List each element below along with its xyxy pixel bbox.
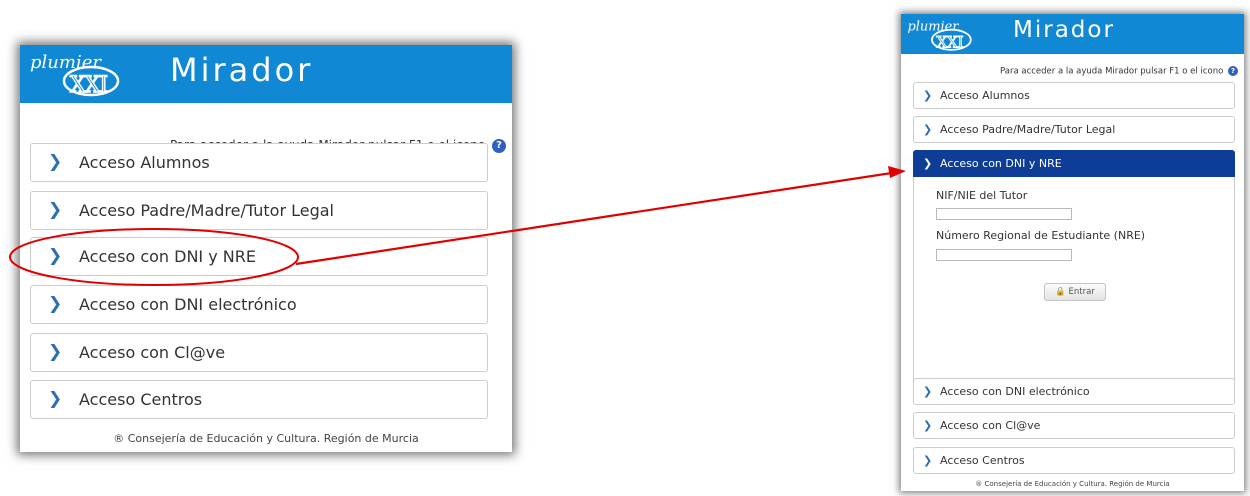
menu-item-acceso-alumnos[interactable]: ❯ Acceso Alumnos [30,143,488,182]
menu-item-label: Acceso con Cl@ve [940,419,1041,432]
chevron-right-icon: ❯ [48,389,63,409]
menu-item-label: Acceso con DNI electrónico [940,385,1090,398]
entrar-button[interactable]: 🔒 Entrar [1044,283,1106,301]
chevron-right-icon: ❯ [48,152,63,172]
chevron-right-icon: ❯ [923,385,933,398]
chevron-right-icon: ❯ [48,294,63,314]
nre-label: Número Regional de Estudiante (NRE) [936,229,1146,242]
menu-item-acceso-dni-nre[interactable]: ❯ Acceso con DNI y NRE [30,237,488,276]
plumier-xxi-logo: plumier XXI [907,19,972,52]
menu-item-acceso-dni-electronico[interactable]: ❯ Acceso con DNI electrónico [913,378,1235,405]
menu-item-label: Acceso Padre/Madre/Tutor Legal [940,123,1116,136]
menu-item-label: Acceso Alumnos [79,153,210,172]
chevron-right-icon: ❯ [923,157,933,170]
footer-copyright: ® Consejería de Educación y Cultura. Reg… [113,432,419,445]
help-icon[interactable]: ? [1228,66,1238,76]
app-title: Mirador [1013,17,1115,43]
menu-item-acceso-clave[interactable]: ❯ Acceso con Cl@ve [30,333,488,372]
menu-item-label: Acceso Padre/Madre/Tutor Legal [79,201,334,220]
header-bar: plumier XXI Mirador [20,45,512,103]
chevron-right-icon: ❯ [923,89,933,102]
menu-item-acceso-centros[interactable]: ❯ Acceso Centros [30,380,488,419]
nre-input[interactable] [936,249,1072,261]
help-hint: Para acceder a la ayuda Mirador pulsar F… [1000,66,1238,77]
menu-item-acceso-clave[interactable]: ❯ Acceso con Cl@ve [913,412,1235,439]
menu-item-acceso-dni-electronico[interactable]: ❯ Acceso con DNI electrónico [30,285,488,324]
menu-item-label: Acceso Alumnos [940,89,1030,102]
mirador-login-panel-collapsed: plumier XXI Mirador Para acceder a la ay… [20,45,512,452]
menu-item-acceso-centros[interactable]: ❯ Acceso Centros [913,447,1235,474]
svg-text:XXI: XXI [70,73,107,98]
menu-item-label: Acceso con DNI electrónico [79,295,297,314]
help-icon[interactable]: ? [492,138,506,153]
header-bar: plumier XXI Mirador [901,14,1244,54]
chevron-right-icon: ❯ [48,200,63,220]
menu-item-acceso-padre-madre-tutor[interactable]: ❯ Acceso Padre/Madre/Tutor Legal [913,116,1235,143]
menu-item-label: Acceso Centros [940,454,1025,467]
tutor-nif-input[interactable] [936,208,1072,220]
mirador-login-panel-expanded: plumier XXI Mirador Para acceder a la ay… [901,14,1244,491]
chevron-right-icon: ❯ [48,246,63,266]
help-text: Para acceder a la ayuda Mirador pulsar F… [1000,66,1224,77]
chevron-right-icon: ❯ [48,342,63,362]
tutor-nif-label: NIF/NIE del Tutor [936,189,1028,202]
app-title: Mirador [170,51,314,89]
menu-item-label: Acceso con DNI y NRE [79,247,256,266]
dni-nre-form-panel: NIF/NIE del Tutor Número Regional de Est… [913,177,1235,385]
plumier-xxi-logo: plumier XXI [30,52,120,98]
menu-item-acceso-padre-madre-tutor[interactable]: ❯ Acceso Padre/Madre/Tutor Legal [30,191,488,230]
chevron-right-icon: ❯ [923,123,933,136]
chevron-right-icon: ❯ [923,454,933,467]
chevron-right-icon: ❯ [923,419,933,432]
menu-item-label: Acceso Centros [79,390,203,409]
footer-copyright: ® Consejería de Educación y Cultura. Reg… [975,480,1170,488]
menu-item-label: Acceso con DNI y NRE [940,157,1062,170]
menu-item-acceso-alumnos[interactable]: ❯ Acceso Alumnos [913,82,1235,109]
svg-text:plumier: plumier [30,52,102,73]
menu-item-label: Acceso con Cl@ve [79,343,226,362]
menu-item-acceso-dni-nre-active[interactable]: ❯ Acceso con DNI y NRE [913,150,1235,177]
svg-text:XXI: XXI [936,33,963,52]
